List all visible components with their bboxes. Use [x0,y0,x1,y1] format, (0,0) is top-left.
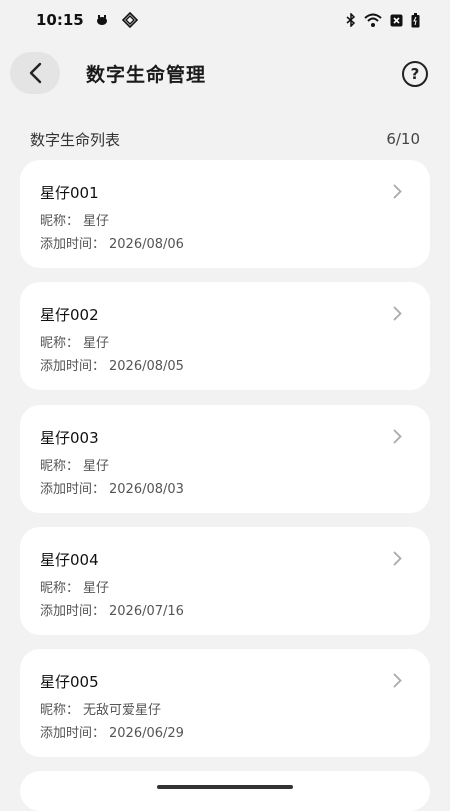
status-bar: 10:15 [0,0,450,40]
added-time-label: 添加时间： [40,726,106,741]
app-notification-icon [96,15,107,25]
nickname-label: 昵称： [40,336,80,351]
nickname-value: 星仔 [83,459,110,474]
nickname-label: 昵称： [40,214,80,229]
card-name: 星仔003 [40,429,99,447]
help-button[interactable]: ? [402,61,428,87]
chevron-right-icon [393,184,402,199]
chevron-left-icon [29,62,42,84]
list-item[interactable]: 星仔002 昵称： 星仔 添加时间： 2026/08/05 [20,282,430,390]
nickname-label: 昵称： [40,703,80,718]
nickname-value: 无敌可爱星仔 [83,703,162,718]
added-time-value: 2026/07/16 [109,604,184,619]
diamond-notification-icon [121,12,138,28]
status-time: 10:15 [36,11,84,29]
card-name: 星仔001 [40,184,99,202]
home-indicator[interactable] [157,785,293,789]
list-item[interactable]: 星仔004 昵称： 星仔 添加时间： 2026/07/16 [20,527,430,635]
chevron-right-icon [393,551,402,566]
battery-icon [411,12,420,27]
chevron-right-icon [393,673,402,688]
list-item[interactable]: 星仔003 昵称： 星仔 添加时间： 2026/08/03 [20,405,430,513]
list-item[interactable]: 星仔001 昵称： 星仔 添加时间： 2026/08/06 [20,160,430,268]
chevron-right-icon [393,429,402,444]
added-time-label: 添加时间： [40,604,106,619]
added-time-label: 添加时间： [40,482,106,497]
page-title: 数字生命管理 [86,64,207,86]
back-button[interactable] [10,52,60,94]
sim-none-icon [390,14,403,26]
wifi-icon [364,13,382,27]
card-name: 星仔004 [40,551,99,569]
nickname-value: 星仔 [83,581,110,596]
nickname-value: 星仔 [83,214,110,229]
section-title: 数字生命列表 [30,130,121,149]
section-header: 数字生命列表 6/10 [30,128,420,150]
added-time-label: 添加时间： [40,237,106,252]
added-time-label: 添加时间： [40,359,106,374]
list-item[interactable]: 星仔005 昵称： 无敌可爱星仔 添加时间： 2026/06/29 [20,649,430,757]
added-time-value: 2026/06/29 [109,726,184,741]
nickname-value: 星仔 [83,336,110,351]
header: 数字生命管理 ? [0,50,450,96]
added-time-value: 2026/08/03 [109,482,184,497]
added-time-value: 2026/08/06 [109,237,184,252]
list-item-partial[interactable] [20,771,430,811]
card-name: 星仔002 [40,306,99,324]
chevron-right-icon [393,306,402,321]
bluetooth-icon [346,13,356,27]
section-count: 6/10 [386,130,420,148]
help-icon: ? [410,65,420,83]
card-name: 星仔005 [40,673,99,691]
nickname-label: 昵称： [40,581,80,596]
added-time-value: 2026/08/05 [109,359,184,374]
nickname-label: 昵称： [40,459,80,474]
